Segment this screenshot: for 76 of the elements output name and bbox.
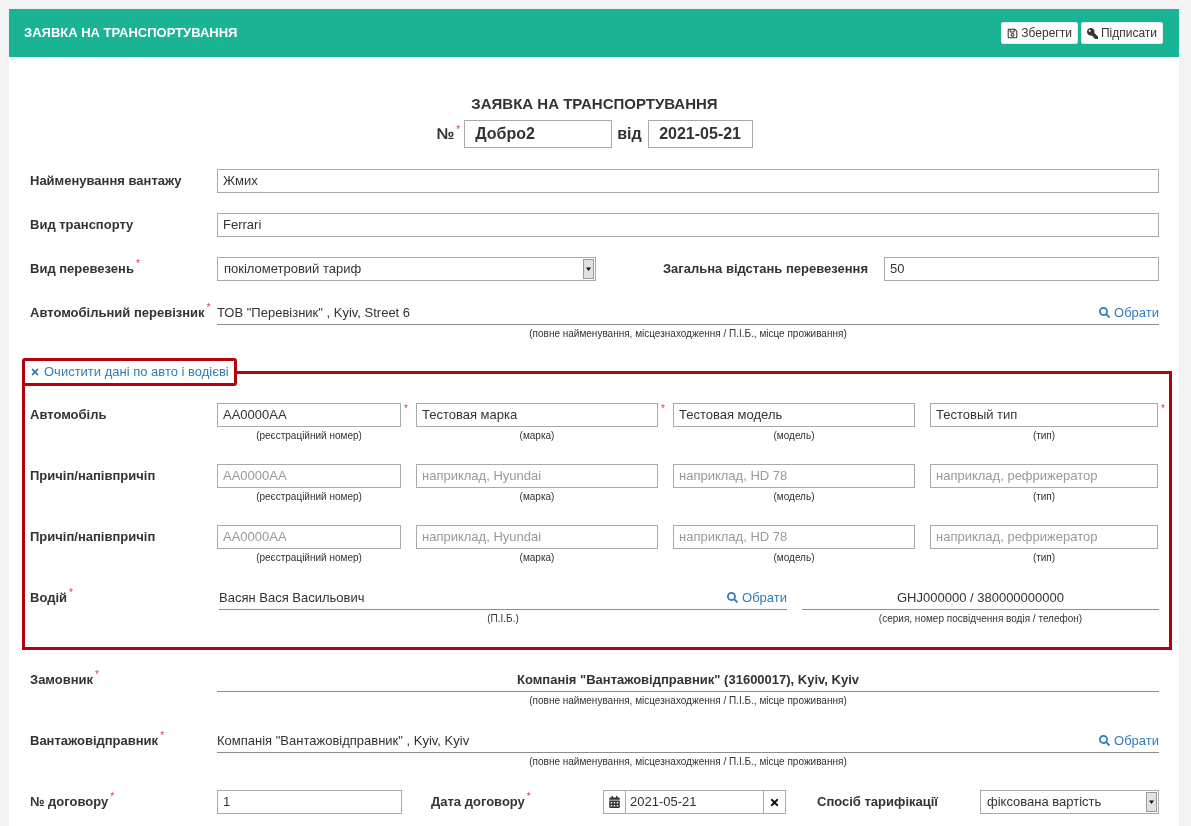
select-link[interactable]: Обрати <box>1099 302 1159 323</box>
field-hint: (марка) <box>518 551 556 565</box>
input-field[interactable]: Тестовый тип <box>930 403 1158 427</box>
required-mark: * <box>1161 402 1165 416</box>
field-label: Найменування вантажу <box>30 172 183 190</box>
field-value: Компанія "Вантажовідправник" , Kyiv, Kyiv <box>217 731 470 750</box>
field-label: Вид транспорту <box>30 216 135 234</box>
field-label: Спосіб тарифікації <box>816 793 939 811</box>
field-hint: (модель) <box>772 429 816 443</box>
date-label: від <box>617 124 642 144</box>
input-field[interactable]: Жмих <box>217 169 1159 193</box>
field-label: Автомобільний перевізник$^{*}$ <box>30 301 212 322</box>
field-hint: (повне найменування, місцезнаходження / П.І.Б., місце проживання) <box>528 755 848 769</box>
field-hint: (марка) <box>518 429 556 443</box>
input-field[interactable]: Тестовая марка <box>416 403 658 427</box>
input-field[interactable]: Ferrari <box>217 213 1159 237</box>
field-hint: (тип) <box>1031 551 1057 565</box>
underline-field[interactable]: ТОВ "Перевізник" , Kyiv, Street 6 Обрати <box>217 301 1159 325</box>
field-label: Вантажовідправник$^{*}$ <box>30 729 166 750</box>
search-icon <box>1099 735 1111 746</box>
field-label: Дата договору$^{*}$ <box>430 790 532 811</box>
document-title: ЗАЯВКА НА ТРАНСПОРТУВАННЯ <box>470 94 719 114</box>
clear-vehicle-driver-button[interactable]: Очистити дані по авто і водієві <box>22 358 237 386</box>
underline-field[interactable]: GHJ000000 / 380000000000 <box>802 586 1159 610</box>
input-field[interactable]: AA0000AA <box>217 403 401 427</box>
field-hint: (П.І.Б.) <box>486 612 520 626</box>
select-link[interactable]: Обрати <box>727 587 787 608</box>
field-label: Замовник$^{*}$ <box>30 668 100 689</box>
number-input[interactable]: Добро2 <box>464 120 613 148</box>
field-hint: (реєстраційний номер) <box>255 490 363 504</box>
input-field[interactable]: Тестовая модель <box>673 403 915 427</box>
close-icon <box>30 367 40 377</box>
field-label: Вид перевезень$^{*}$ <box>30 257 141 278</box>
field-hint: (повне найменування, місцезнаходження / П.І.Б., місце проживання) <box>528 327 848 341</box>
underline-field[interactable]: Васян Вася Васильович Обрати <box>219 586 787 610</box>
close-icon <box>769 796 780 808</box>
field-hint: (повне найменування, місцезнаходження / П.І.Б., місце проживання) <box>528 694 848 708</box>
field-value: Васян Вася Васильович <box>219 588 365 607</box>
required-mark: * <box>404 402 408 416</box>
field-value: GHJ000000 / 380000000000 <box>897 588 1064 607</box>
underline-field[interactable]: Компанія "Вантажовідправник" , Kyiv, Kyiv Обрати <box>217 729 1159 753</box>
clear-date-button[interactable] <box>763 790 786 814</box>
field-hint: (реєстраційний номер) <box>255 551 363 565</box>
key-icon <box>1086 27 1098 39</box>
select-field[interactable]: покілометровий тариф <box>217 257 596 281</box>
field-hint: (модель) <box>772 551 816 565</box>
field-label: № договору$^{*}$ <box>30 790 116 811</box>
field-label: Автомобіль <box>30 406 108 424</box>
field-hint: (марка) <box>518 490 556 504</box>
field-value: ТОВ "Перевізник" , Kyiv, Street 6 <box>217 303 411 322</box>
search-icon <box>727 592 739 603</box>
save-icon <box>1007 27 1019 39</box>
field-hint: (реєстраційний номер) <box>255 429 363 443</box>
field-label: Причіп/напівпричіп <box>30 528 157 546</box>
underline-field[interactable]: Компанія "Вантажовідправник" (31600017), Kyiv, Kyiv <box>217 668 1159 692</box>
date-input[interactable]: 2021-05-21 <box>626 790 763 814</box>
save-button[interactable]: Зберегти <box>1001 22 1078 44</box>
date-input[interactable]: 2021-05-21 <box>647 120 753 148</box>
input-field[interactable]: 50 <box>884 257 1159 281</box>
sign-button[interactable]: Підписати <box>1080 22 1163 44</box>
select-link[interactable]: Обрати <box>1099 730 1159 751</box>
calendar-icon <box>603 790 626 814</box>
field-label: Водій$^{*}$ <box>30 586 74 607</box>
search-icon <box>1099 307 1111 318</box>
number-label: №$^{*}$ <box>436 123 461 144</box>
field-label: Причіп/напівпричіп <box>30 467 157 485</box>
select-field[interactable]: фіксована вартість <box>980 790 1159 814</box>
field-hint: (тип) <box>1031 429 1057 443</box>
field-hint: (тип) <box>1031 490 1057 504</box>
required-mark: * <box>661 402 665 416</box>
input-field[interactable]: 1 <box>217 790 402 814</box>
field-label: Загальна відстань перевезення <box>661 260 869 278</box>
field-value: Компанія "Вантажовідправник" (31600017), Kyiv, Kyiv <box>517 670 859 689</box>
field-hint: (модель) <box>772 490 816 504</box>
page-title: ЗАЯВКА НА ТРАНСПОРТУВАННЯ <box>24 24 238 43</box>
field-hint: (серия, номер посвідчення водія / телефон) <box>877 612 1084 626</box>
